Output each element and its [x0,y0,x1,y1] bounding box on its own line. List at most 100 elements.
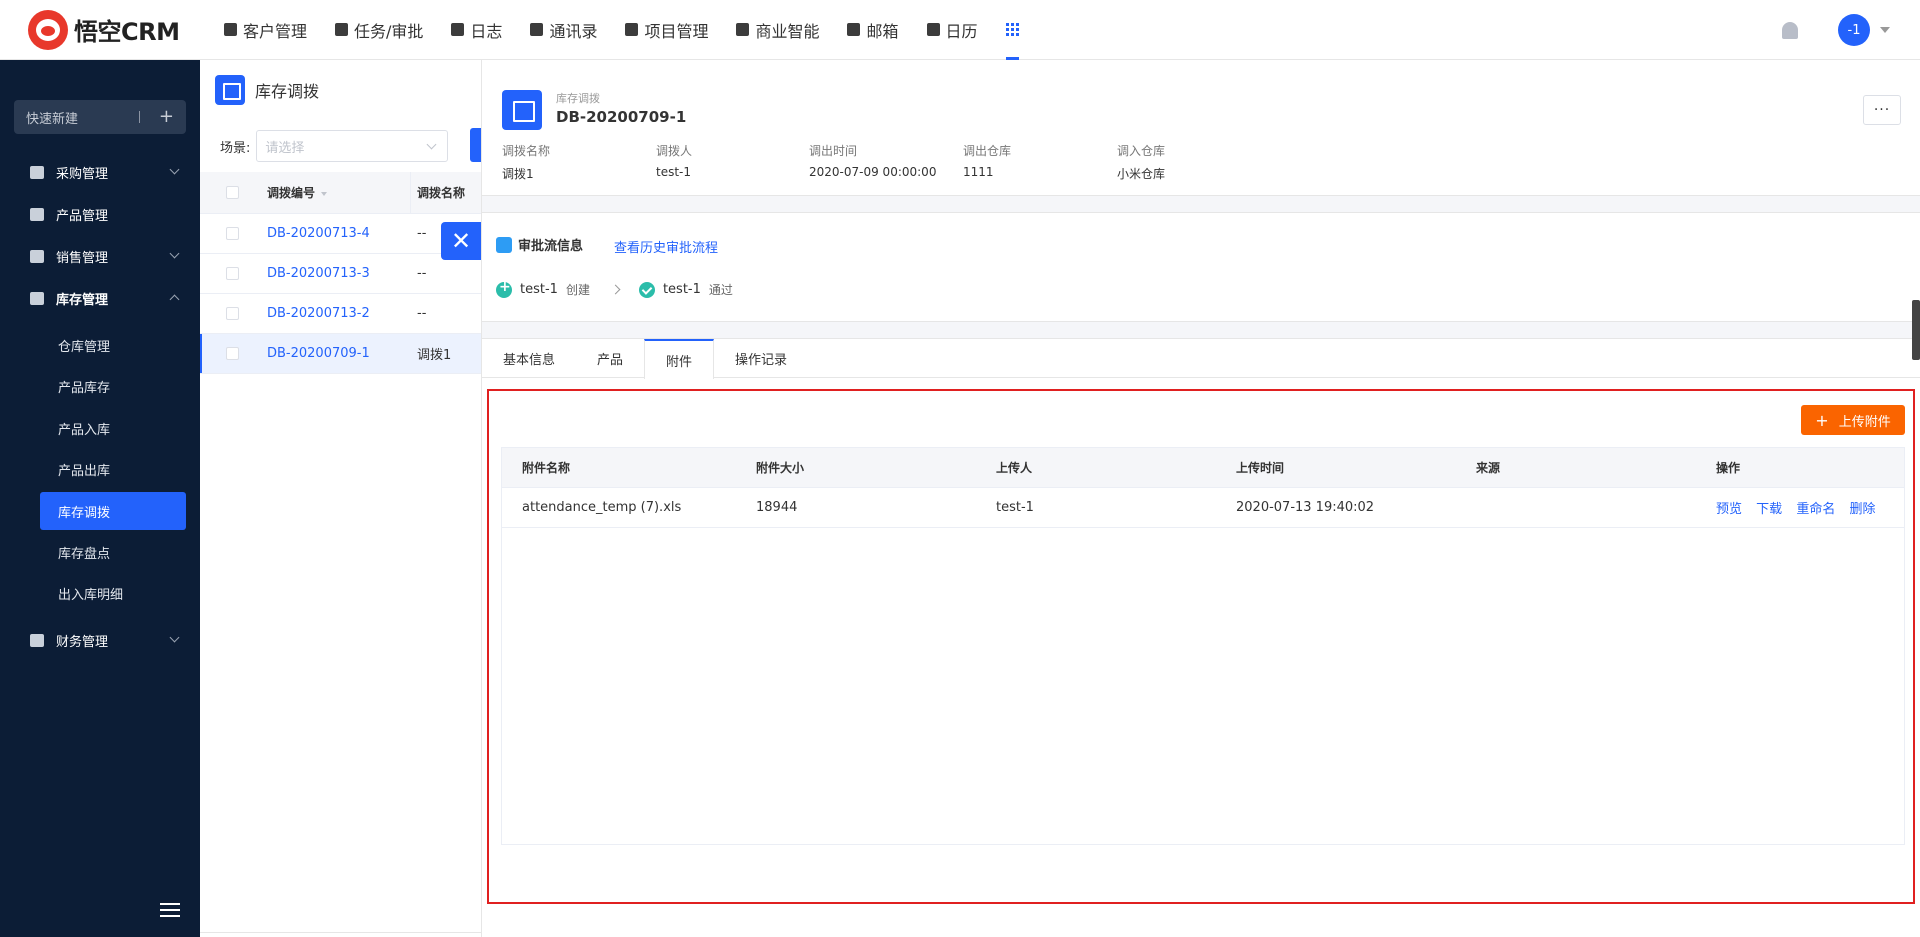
main-nav: 客户管理 任务/审批 日志 通讯录 项目管理 商业智能 邮箱 日历 [210,0,1033,60]
sidebar-item-product[interactable]: 产品管理 [0,194,200,234]
sidebar-sub-stocktake[interactable]: 库存盘点 [40,533,186,571]
side-scroll-handle[interactable] [1912,300,1920,360]
bell-icon[interactable] [1782,21,1798,39]
archive-icon [502,90,542,130]
detail-type: 库存调拨 [556,92,600,105]
row-code-link[interactable]: DB-20200709-1 [267,346,417,361]
scene-select[interactable]: 请选择 [256,130,449,162]
row-checkbox[interactable] [226,307,239,320]
attachment-time: 2020-07-13 19:40:02 [1236,500,1375,515]
sort-icon[interactable] [321,191,328,196]
sidebar: 快速新建 + 采购管理 产品管理 销售管理 库存管理 仓库管理 产品库存 产品入… [0,60,200,937]
col-header-size: 附件大小 [756,461,805,475]
nav-project[interactable]: 项目管理 [611,0,722,60]
nav-bi[interactable]: 商业智能 [722,0,833,60]
field-value: 1111 [963,165,994,179]
plus-icon: + [1815,410,1829,430]
detail-title: DB-20200709-1 [556,108,687,126]
row-code-link[interactable]: DB-20200713-2 [267,306,417,321]
tab-product[interactable]: 产品 [576,339,644,378]
row-checkbox[interactable] [226,227,239,240]
customer-icon [224,23,237,36]
nav-log[interactable]: 日志 [437,0,516,60]
sidebar-item-label: 库存管理 [56,292,109,308]
detail-panel: 库存调拨 DB-20200709-1 ··· 调拨名称 调拨1 调拨人 test-1… [481,60,1920,937]
delete-link[interactable]: 删除 [1849,502,1875,517]
monkey-logo-icon [28,9,68,50]
field-label: 调出仓库 [963,144,1012,158]
row-checkbox[interactable] [226,267,239,280]
row-code-link[interactable]: DB-20200713-3 [267,266,417,281]
sidebar-item-sales[interactable]: 销售管理 [0,236,200,276]
nav-label: 邮箱 [866,21,899,41]
sidebar-item-inventory[interactable]: 库存管理 [0,278,200,318]
table-row[interactable]: DB-20200709-1 调拨1 [200,334,490,374]
nav-label: 项目管理 [644,21,709,41]
nav-customer[interactable]: 客户管理 [210,0,321,60]
collapse-menu-icon[interactable] [160,903,180,917]
nav-contacts[interactable]: 通讯录 [516,0,611,60]
sidebar-item-purchase[interactable]: 采购管理 [0,152,200,192]
upload-attachment-button[interactable]: + 上传附件 [1801,405,1905,435]
divider [139,111,140,123]
table-row[interactable]: DB-20200713-2 -- [200,294,490,334]
log-icon [451,23,465,36]
task-icon [335,23,349,36]
nav-label: 商业智能 [755,21,820,41]
sidebar-sub-product-stock[interactable]: 产品库存 [40,367,186,405]
sidebar-sub-warehouse[interactable]: 仓库管理 [40,326,186,364]
detail-header: 库存调拨 DB-20200709-1 ··· 调拨名称 调拨1 调拨人 test-1… [482,60,1920,196]
nav-calendar[interactable]: 日历 [913,0,992,60]
col-header-time: 上传时间 [1236,461,1285,475]
nav-task[interactable]: 任务/审批 [321,0,437,60]
divider [410,172,411,213]
col-header-code[interactable]: 调拨编号 [267,184,417,201]
table-row[interactable]: DB-20200713-3 -- [200,254,490,294]
more-button[interactable]: ··· [1863,95,1901,125]
plus-icon[interactable]: + [159,106,174,127]
nav-mail[interactable]: 邮箱 [833,0,912,60]
user-icon [496,236,512,253]
nav-label: 任务/审批 [354,21,424,41]
nav-label: 日历 [945,21,978,41]
col-header-label: 调拨编号 [267,186,316,200]
sidebar-sub-detail[interactable]: 出入库明细 [40,574,186,612]
brand-logo[interactable]: 悟空CRM [28,9,188,50]
detail-tabs-panel: 基本信息 产品 附件 操作记录 + 上传附件 附件名称 附件大小 上传人 上传时间… [482,338,1920,937]
approval-history-link[interactable]: 查看历史审批流程 [614,237,718,256]
tab-basic-info[interactable]: 基本信息 [482,339,576,378]
close-detail-button[interactable]: ✕ [441,222,481,260]
list-header: 库存调拨 [215,75,319,105]
chevron-right-icon [610,284,621,295]
field-out-time: 调出时间 2020-07-09 00:00:00 [809,142,936,179]
attachment-name: attendance_temp (7).xls [522,500,682,515]
check-step-icon [638,281,655,298]
close-icon: ✕ [450,227,472,255]
row-checkbox[interactable] [226,347,239,360]
sidebar-item-finance[interactable]: 财务管理 [0,620,200,660]
field-label: 调拨名称 [502,144,551,158]
preview-link[interactable]: 预览 [1716,502,1742,517]
caret-down-icon[interactable] [1880,27,1890,33]
sidebar-sub-stock-in[interactable]: 产品入库 [40,409,186,447]
field-value: test-1 [656,165,692,179]
quick-new-button[interactable]: 快速新建 + [14,100,186,134]
archive-icon [215,75,245,105]
bi-icon [736,23,750,36]
nav-apps[interactable] [992,0,1033,60]
attachment-uploader: test-1 [996,500,1034,515]
field-value: 调拨1 [502,167,534,181]
select-all-checkbox[interactable] [226,186,239,199]
avatar[interactable]: -1 [1838,14,1870,46]
sidebar-sub-transfer[interactable]: 库存调拨 [40,492,186,530]
tab-attachments[interactable]: 附件 [644,339,715,379]
attachments-table: 附件名称 附件大小 上传人 上传时间 来源 操作 attendance_temp… [501,447,1905,845]
row-code-link[interactable]: DB-20200713-4 [267,226,417,241]
top-bar: 悟空CRM 客户管理 任务/审批 日志 通讯录 项目管理 商业智能 邮箱 日历 … [0,0,1920,60]
apps-grid-icon [1005,23,1019,36]
tab-operation-log[interactable]: 操作记录 [714,339,808,378]
sidebar-sub-stock-out[interactable]: 产品出库 [40,450,186,488]
rename-link[interactable]: 重命名 [1796,502,1835,517]
cart-icon [30,165,44,179]
download-link[interactable]: 下载 [1756,502,1782,517]
